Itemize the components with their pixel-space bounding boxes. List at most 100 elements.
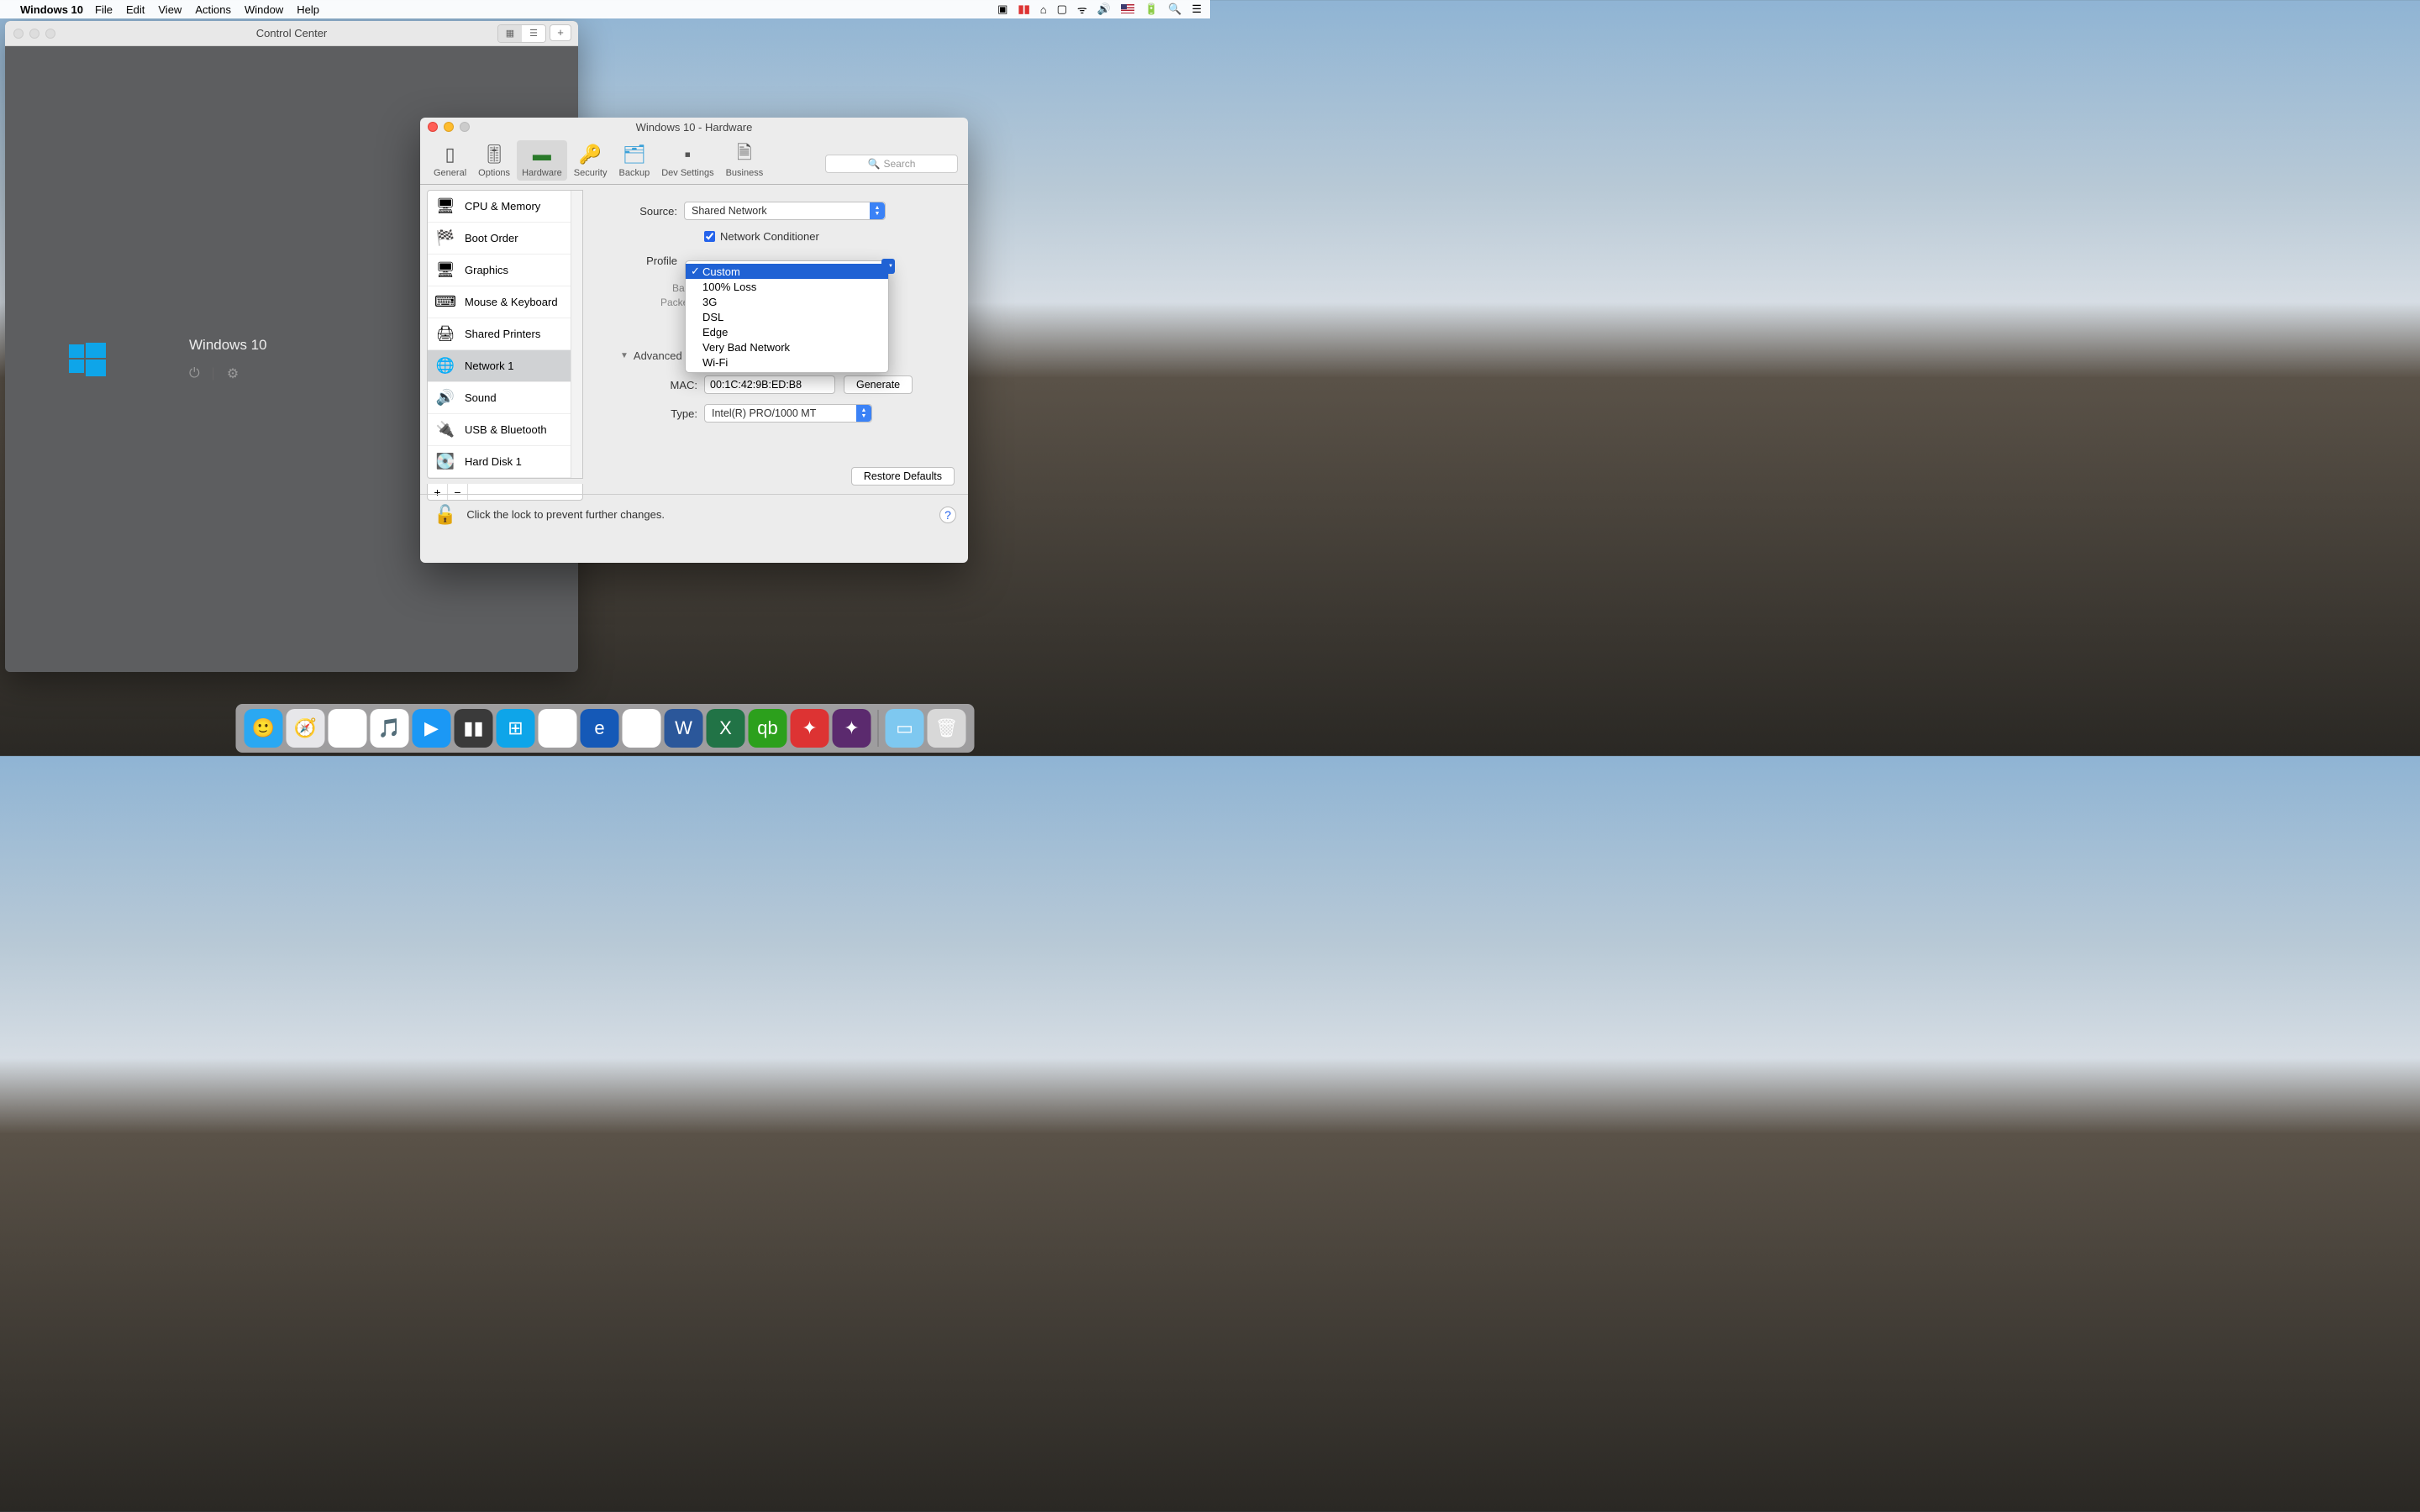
hw-zoom-button[interactable] bbox=[460, 122, 470, 132]
source-label: Source: bbox=[603, 205, 684, 218]
restore-defaults-button[interactable]: Restore Defaults bbox=[851, 467, 955, 486]
cc-add-vm-button[interactable]: + bbox=[550, 24, 571, 41]
cc-minimize-button[interactable] bbox=[29, 29, 39, 39]
dock-item-safari[interactable]: 🧭 bbox=[287, 709, 325, 748]
dock-item-finder[interactable]: 🙂 bbox=[245, 709, 283, 748]
network-conditioner-checkbox[interactable] bbox=[704, 231, 715, 242]
safari-icon: 🧭 bbox=[294, 717, 317, 739]
profile-option[interactable]: Custom bbox=[686, 264, 888, 279]
status-display-icon[interactable]: ▣ bbox=[997, 3, 1007, 16]
profile-option[interactable]: 3G bbox=[686, 294, 888, 309]
dock-item-app-red[interactable]: ✦ bbox=[791, 709, 829, 748]
scrollbar[interactable] bbox=[571, 191, 582, 478]
app-menu[interactable]: Windows 10 bbox=[20, 3, 83, 16]
general-icon: ▯ bbox=[438, 143, 463, 166]
status-spotlight-icon[interactable]: 🔍 bbox=[1168, 3, 1181, 16]
hardware-window: Windows 10 - Hardware ▯General 🎚Options … bbox=[420, 118, 968, 563]
dock-item-photos[interactable]: 🖼 bbox=[329, 709, 367, 748]
menu-view[interactable]: View bbox=[158, 3, 182, 16]
profile-option[interactable]: 100% Loss bbox=[686, 279, 888, 294]
tab-options[interactable]: 🎚Options bbox=[473, 140, 515, 181]
adapter-type-select[interactable]: Intel(R) PRO/1000 MT ▲▼ bbox=[704, 404, 872, 423]
power-icon[interactable]: ⏻ bbox=[189, 366, 200, 381]
device-icon: 🔌 bbox=[434, 420, 456, 440]
sidebar-item-usb-bluetooth[interactable]: 🔌USB & Bluetooth bbox=[428, 414, 582, 446]
status-menu-icon[interactable]: ☰ bbox=[1192, 3, 1202, 16]
hw-sidebar[interactable]: 🖥CPU & Memory🏁Boot Order🖥Graphics⌨Mouse … bbox=[427, 190, 583, 479]
tab-hardware[interactable]: ▬Hardware bbox=[517, 140, 567, 181]
status-battery-icon[interactable]: 🔋 bbox=[1144, 3, 1158, 16]
status-wifi-icon[interactable]: ᯤ bbox=[1077, 2, 1087, 17]
search-icon: 🔍 bbox=[868, 158, 881, 170]
win10-icon: ⊞ bbox=[508, 717, 523, 739]
sidebar-item-boot-order[interactable]: 🏁Boot Order bbox=[428, 223, 582, 255]
profile-option[interactable]: DSL bbox=[686, 309, 888, 324]
dock-item-app-purple[interactable]: ✦ bbox=[833, 709, 871, 748]
menu-actions[interactable]: Actions bbox=[195, 3, 231, 16]
status-parallels-icon[interactable]: ▮▮ bbox=[1018, 3, 1029, 16]
dock-item-folder[interactable]: ▭ bbox=[886, 709, 924, 748]
sidebar-item-graphics[interactable]: 🖥Graphics bbox=[428, 255, 582, 286]
cc-close-button[interactable] bbox=[13, 29, 24, 39]
dock-item-parallels[interactable]: ▮▮ bbox=[455, 709, 493, 748]
sidebar-item-network-1[interactable]: 🌐Network 1 bbox=[428, 350, 582, 382]
dock-item-itunes[interactable]: 🎵 bbox=[371, 709, 409, 748]
tab-dev-settings[interactable]: ▪Dev Settings bbox=[656, 140, 718, 181]
hw-titlebar[interactable]: Windows 10 - Hardware bbox=[420, 118, 968, 136]
hw-toolbar: ▯General 🎚Options ▬Hardware 🔑Security 🗂B… bbox=[420, 136, 968, 185]
sidebar-item-shared-printers[interactable]: 🖨Shared Printers bbox=[428, 318, 582, 350]
profile-option[interactable]: Edge bbox=[686, 324, 888, 339]
hw-search-input[interactable]: 🔍Search bbox=[825, 155, 958, 173]
hw-close-button[interactable] bbox=[428, 122, 438, 132]
chevron-updown-icon: ▲▼ bbox=[856, 405, 871, 422]
hw-minimize-button[interactable] bbox=[444, 122, 454, 132]
status-volume-icon[interactable]: 🔊 bbox=[1097, 3, 1111, 16]
parallels-icon: ▮▮ bbox=[463, 717, 483, 739]
sidebar-item-cpu-memory[interactable]: 🖥CPU & Memory bbox=[428, 191, 582, 223]
tab-security[interactable]: 🔑Security bbox=[569, 140, 613, 181]
vm-os-icon[interactable] bbox=[5, 46, 169, 672]
status-input-flag-icon[interactable] bbox=[1121, 3, 1134, 16]
profile-option[interactable]: Very Bad Network bbox=[686, 339, 888, 354]
cc-zoom-button[interactable] bbox=[45, 29, 55, 39]
status-home-icon[interactable]: ⌂ bbox=[1040, 3, 1047, 16]
dock-item-quickbooks[interactable]: qb bbox=[749, 709, 787, 748]
dock-item-win7[interactable]: ⊞ bbox=[539, 709, 577, 748]
cc-view-list-button[interactable]: ☰ bbox=[522, 25, 545, 42]
menu-window[interactable]: Window bbox=[245, 3, 283, 16]
cc-titlebar[interactable]: Control Center ▦ ☰ + bbox=[5, 21, 578, 46]
trash-icon: 🗑 bbox=[935, 717, 959, 739]
dock-item-keynote[interactable]: ▶ bbox=[413, 709, 451, 748]
dock-item-edge[interactable]: e bbox=[581, 709, 619, 748]
sidebar-item-sound[interactable]: 🔊Sound bbox=[428, 382, 582, 414]
edge-icon: e bbox=[594, 717, 604, 739]
status-airplay-icon[interactable]: ▢ bbox=[1057, 3, 1067, 16]
cc-view-grid-button[interactable]: ▦ bbox=[498, 25, 522, 42]
profile-label: Profile bbox=[603, 255, 684, 267]
generate-mac-button[interactable]: Generate bbox=[844, 375, 913, 394]
tab-backup[interactable]: 🗂Backup bbox=[614, 140, 655, 181]
profile-option[interactable]: Wi-Fi bbox=[686, 354, 888, 370]
tab-general[interactable]: ▯General bbox=[429, 140, 471, 181]
dock-item-excel[interactable]: X bbox=[707, 709, 745, 748]
menu-help[interactable]: Help bbox=[297, 3, 319, 16]
device-icon: 🖨 bbox=[434, 324, 456, 344]
lock-icon[interactable]: 🔓 bbox=[434, 504, 456, 526]
help-button[interactable]: ? bbox=[939, 507, 956, 523]
dock-item-trash[interactable]: 🗑 bbox=[928, 709, 966, 748]
mac-label: MAC: bbox=[603, 379, 704, 391]
gear-icon[interactable]: ⚙ bbox=[227, 365, 239, 382]
menu-edit[interactable]: Edit bbox=[126, 3, 145, 16]
device-icon: 🖥 bbox=[434, 197, 456, 217]
source-select[interactable]: Shared Network ▲▼ bbox=[684, 202, 886, 220]
menu-file[interactable]: File bbox=[95, 3, 113, 16]
ie-icon: e bbox=[636, 717, 646, 739]
profile-dropdown[interactable]: ▲▼ Custom100% Loss3GDSLEdgeVery Bad Netw… bbox=[685, 260, 889, 373]
sidebar-item-hard-disk-1[interactable]: 💽Hard Disk 1 bbox=[428, 446, 582, 478]
dock-item-word[interactable]: W bbox=[665, 709, 703, 748]
dock-item-ie[interactable]: e bbox=[623, 709, 661, 748]
dock-item-win10[interactable]: ⊞ bbox=[497, 709, 535, 748]
tab-business[interactable]: 🗎Business bbox=[721, 140, 769, 181]
sidebar-item-mouse-keyboard[interactable]: ⌨Mouse & Keyboard bbox=[428, 286, 582, 318]
mac-address-input[interactable] bbox=[704, 375, 835, 394]
